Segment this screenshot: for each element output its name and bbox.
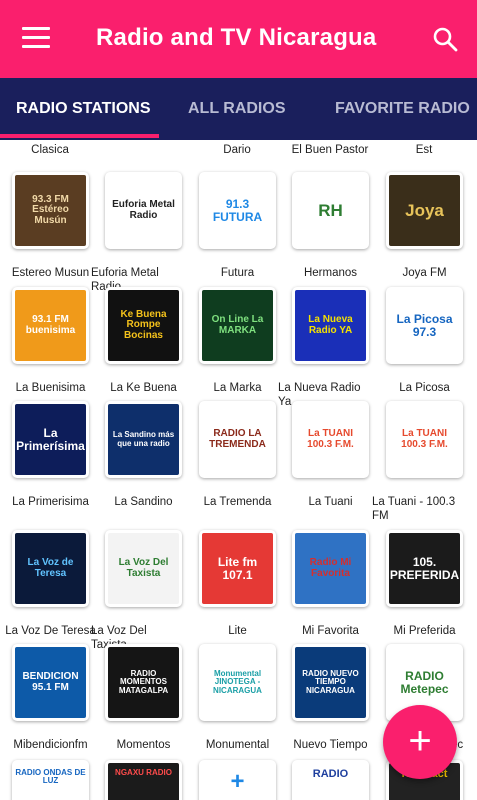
station-logo-text: On Line La MARKA bbox=[202, 290, 273, 361]
station-name[interactable]: Mi Favorita bbox=[284, 624, 377, 638]
station-label: Est bbox=[415, 144, 433, 156]
station-logo-text: La TUANI 100.3 F.M. bbox=[389, 404, 460, 475]
tab-bar: RADIO STATIONS ALL RADIOS FAVORITE RADIO bbox=[0, 78, 477, 140]
station-logo[interactable]: La TUANI 100.3 F.M. bbox=[292, 401, 369, 478]
tab-all-radios[interactable]: ALL RADIOS bbox=[188, 78, 285, 140]
station-name[interactable]: Monumental bbox=[191, 738, 284, 752]
search-icon[interactable] bbox=[432, 26, 458, 52]
station-logo[interactable]: 93.1 FM buenisima bbox=[12, 287, 89, 364]
app-title: Radio and TV Nicaragua bbox=[96, 24, 377, 51]
station-logo-text: Radio Mi Favorita bbox=[295, 533, 366, 604]
station-name[interactable]: La Buenisima bbox=[4, 381, 97, 395]
station-label: Clasica bbox=[31, 144, 69, 156]
station-logo[interactable]: La TUANI 100.3 F.M. bbox=[386, 401, 463, 478]
station-label: Dario bbox=[223, 144, 251, 156]
hamburger-menu-icon[interactable] bbox=[22, 27, 50, 49]
station-name[interactable]: Futura bbox=[191, 266, 284, 280]
station-logo[interactable]: 93.3 FM Estéreo Musún bbox=[12, 172, 89, 249]
station-logo-text: + bbox=[202, 763, 273, 800]
station-logo[interactable]: RADIO LA TREMENDA bbox=[199, 401, 276, 478]
station-logo[interactable]: RADIO bbox=[292, 760, 369, 800]
station-name[interactable]: Nuevo Tiempo bbox=[284, 738, 377, 752]
station-logo[interactable]: Euforia Metal Radio bbox=[105, 172, 182, 249]
station-name[interactable]: La Voz De Teresa bbox=[4, 624, 97, 638]
station-logo-text: RADIO bbox=[295, 763, 366, 800]
station-logo-text: 105. PREFERIDA bbox=[389, 533, 460, 604]
station-logo-text: NGAXU RADIO bbox=[108, 763, 179, 800]
station-logo-text: La Primerísima bbox=[15, 404, 86, 475]
station-name[interactable]: La Tuani bbox=[284, 495, 377, 509]
station-logo[interactable]: Monumental JINOTEGA - NICARAGUA bbox=[199, 644, 276, 721]
station-name[interactable]: Joya FM bbox=[378, 266, 471, 280]
station-logo-text: Monumental JINOTEGA - NICARAGUA bbox=[202, 647, 273, 718]
plus-icon: + bbox=[408, 719, 432, 763]
station-logo[interactable]: La Voz Del Taxista bbox=[105, 530, 182, 607]
station-name[interactable]: Estereo Musun bbox=[4, 266, 97, 280]
station-logo[interactable]: BENDICION 95.1 FM bbox=[12, 644, 89, 721]
station-logo-text: Joya bbox=[389, 175, 460, 246]
station-name[interactable]: Hermanos bbox=[284, 266, 377, 280]
station-logo[interactable]: La Sandino más que una radio bbox=[105, 401, 182, 478]
station-logo-text: Lite fm 107.1 bbox=[202, 533, 273, 604]
station-logo-text: La Sandino más que una radio bbox=[108, 404, 179, 475]
tab-radio-stations[interactable]: RADIO STATIONS bbox=[16, 78, 151, 140]
station-logo[interactable]: RADIO NUEVO TIEMPO NICARAGUA bbox=[292, 644, 369, 721]
station-name[interactable]: La Tremenda bbox=[191, 495, 284, 509]
station-logo[interactable]: Joya bbox=[386, 172, 463, 249]
station-name[interactable]: Mibendicionfm bbox=[4, 738, 97, 752]
station-logo-text: 93.3 FM Estéreo Musún bbox=[15, 175, 86, 246]
station-label: El Buen Pastor bbox=[291, 144, 369, 156]
station-logo[interactable]: La Primerísima bbox=[12, 401, 89, 478]
tab-favorite-radio[interactable]: FAVORITE RADIO bbox=[335, 78, 470, 140]
station-grid[interactable]: Clasica Dario El Buen Pastor Est 93.3 FM… bbox=[0, 140, 477, 800]
station-logo[interactable]: 105. PREFERIDA bbox=[386, 530, 463, 607]
add-button[interactable]: + bbox=[383, 705, 457, 779]
station-logo-text: La Nueva Radio YA bbox=[295, 290, 366, 361]
station-logo-text: Euforia Metal Radio bbox=[108, 175, 179, 246]
station-logo[interactable]: Ke Buena Rompe Bocinas bbox=[105, 287, 182, 364]
station-logo[interactable]: La Voz de Teresa bbox=[12, 530, 89, 607]
station-logo[interactable]: Radio Mi Favorita bbox=[292, 530, 369, 607]
station-logo-text: La Voz Del Taxista bbox=[108, 533, 179, 604]
station-logo[interactable]: La Picosa 97.3 bbox=[386, 287, 463, 364]
app-bar: Radio and TV Nicaragua bbox=[0, 0, 477, 78]
station-logo[interactable]: RADIO MOMENTOS MATAGALPA bbox=[105, 644, 182, 721]
station-logo[interactable]: NGAXU RADIO bbox=[105, 760, 182, 800]
station-logo-text: La Picosa 97.3 bbox=[389, 290, 460, 361]
station-logo-text: Ke Buena Rompe Bocinas bbox=[108, 290, 179, 361]
station-logo[interactable]: 91.3 FUTURA bbox=[199, 172, 276, 249]
station-logo-text: RADIO NUEVO TIEMPO NICARAGUA bbox=[295, 647, 366, 718]
station-logo-text: RADIO MOMENTOS MATAGALPA bbox=[108, 647, 179, 718]
station-logo[interactable]: La Nueva Radio YA bbox=[292, 287, 369, 364]
station-logo-text: RH bbox=[295, 175, 366, 246]
station-name[interactable]: La Ke Buena bbox=[97, 381, 190, 395]
active-tab-indicator bbox=[0, 134, 159, 138]
station-logo[interactable]: Lite fm 107.1 bbox=[199, 530, 276, 607]
station-logo[interactable]: + bbox=[199, 760, 276, 800]
station-logo[interactable]: RADIO ONDAS DE LUZ bbox=[12, 760, 89, 800]
station-logo-text: 91.3 FUTURA bbox=[202, 175, 273, 246]
station-logo[interactable]: On Line La MARKA bbox=[199, 287, 276, 364]
station-name[interactable]: La Marka bbox=[191, 381, 284, 395]
station-logo-text: La TUANI 100.3 F.M. bbox=[295, 404, 366, 475]
station-name[interactable]: La Primerisima bbox=[4, 495, 97, 509]
station-name[interactable]: La Sandino bbox=[97, 495, 190, 509]
station-logo-text: BENDICION 95.1 FM bbox=[15, 647, 86, 718]
station-logo-text: La Voz de Teresa bbox=[15, 533, 86, 604]
station-logo-text: RADIO ONDAS DE LUZ bbox=[15, 763, 86, 800]
station-name[interactable]: La Picosa bbox=[378, 381, 471, 395]
station-name[interactable]: La Tuani - 100.3 FM bbox=[372, 495, 457, 523]
station-name[interactable]: Lite bbox=[191, 624, 284, 638]
station-logo-text: RADIO LA TREMENDA bbox=[202, 404, 273, 475]
station-name[interactable]: Momentos bbox=[97, 738, 190, 752]
station-name[interactable]: Mi Preferida bbox=[378, 624, 471, 638]
station-logo[interactable]: RH bbox=[292, 172, 369, 249]
station-logo-text: 93.1 FM buenisima bbox=[15, 290, 86, 361]
